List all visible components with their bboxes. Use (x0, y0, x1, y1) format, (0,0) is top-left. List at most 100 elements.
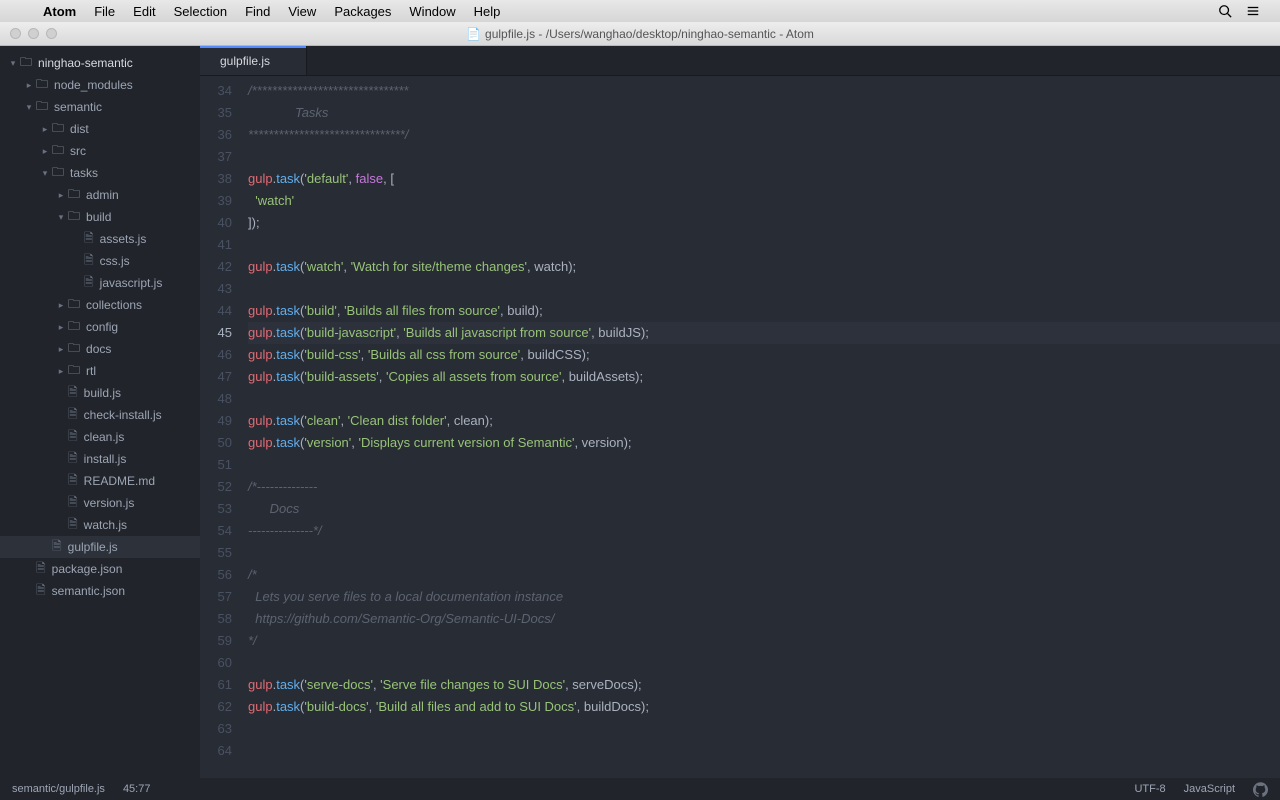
file-icon: 🗎 (68, 515, 78, 536)
chevron-down-icon[interactable]: ▾ (8, 58, 18, 69)
tree-folder-node-modules[interactable]: ▸🗀node_modules (0, 74, 200, 96)
tree-label: README.md (84, 474, 155, 488)
tree-label: config (86, 320, 118, 334)
tab-gulpfile-js[interactable]: gulpfile.js (200, 46, 307, 75)
tree-file-version-js[interactable]: 🗎 version.js (0, 492, 200, 514)
window-zoom-button[interactable] (46, 28, 57, 39)
tree-label: rtl (86, 364, 96, 378)
tab-title: gulpfile.js (220, 54, 270, 68)
tree-file-check-install-js[interactable]: 🗎 check-install.js (0, 404, 200, 426)
chevron-down-icon[interactable]: ▾ (56, 212, 66, 223)
packages-menu[interactable]: Packages (325, 4, 400, 19)
file-icon: 🗎 (68, 405, 78, 426)
tree-file-semantic-json[interactable]: 🗎semantic.json (0, 580, 200, 602)
tree-folder-collections[interactable]: ▸🗀 collections (0, 294, 200, 316)
tree-label: version.js (84, 496, 135, 510)
tree-folder-semantic[interactable]: ▾🗀semantic (0, 96, 200, 118)
status-cursor-position[interactable]: 45:77 (123, 783, 151, 795)
chevron-right-icon[interactable]: ▸ (56, 300, 66, 311)
tree-file-watch-js[interactable]: 🗎 watch.js (0, 514, 200, 536)
file-icon: 🗎 (68, 449, 78, 470)
text-editor[interactable]: 3435363738394041424344454647484950515253… (200, 76, 1280, 778)
tree-file-install-js[interactable]: 🗎 install.js (0, 448, 200, 470)
chevron-right-icon[interactable]: ▸ (56, 190, 66, 201)
tree-folder-dist[interactable]: ▸🗀dist (0, 118, 200, 140)
tree-label: dist (70, 122, 89, 136)
file-icon: 🗎 (68, 493, 78, 514)
chevron-right-icon[interactable]: ▸ (56, 366, 66, 377)
tree-label: docs (86, 342, 111, 356)
tree-folder-tasks[interactable]: ▾🗀tasks (0, 162, 200, 184)
tree-root-label: ninghao-semantic (38, 56, 133, 70)
view-menu[interactable]: View (279, 4, 325, 19)
tree-file-css-js[interactable]: 🗎css.js (0, 250, 200, 272)
tree-file-build-js[interactable]: 🗎build.js (0, 382, 200, 404)
tree-view[interactable]: ▾ 🗀 ninghao-semantic ▸🗀node_modules ▾🗀se… (0, 46, 200, 778)
spotlight-search-icon[interactable] (1218, 4, 1238, 18)
chevron-right-icon[interactable]: ▸ (56, 322, 66, 333)
window-close-button[interactable] (10, 28, 21, 39)
tree-label: javascript.js (100, 276, 163, 290)
window-titlebar: 📄gulpfile.js - /Users/wanghao/desktop/ni… (0, 22, 1280, 46)
status-file-path[interactable]: semantic/gulpfile.js (12, 783, 105, 795)
tree-label: install.js (84, 452, 127, 466)
tree-file-javascript-js[interactable]: 🗎 javascript.js (0, 272, 200, 294)
chevron-down-icon[interactable]: ▾ (24, 102, 34, 113)
folder-icon: 🗀 (68, 295, 80, 316)
tree-file-clean-js[interactable]: 🗎 clean.js (0, 426, 200, 448)
window-minimize-button[interactable] (28, 28, 39, 39)
find-menu[interactable]: Find (236, 4, 279, 19)
tree-label: build (86, 210, 111, 224)
tree-label: build.js (84, 386, 121, 400)
folder-icon: 🗀 (68, 185, 80, 206)
folder-icon: 🗀 (68, 207, 80, 228)
file-icon: 🗎 (68, 427, 78, 448)
tree-file-readme-md[interactable]: 🗎README.md (0, 470, 200, 492)
tree-folder-docs[interactable]: ▸🗀docs (0, 338, 200, 360)
selection-menu[interactable]: Selection (165, 4, 236, 19)
chevron-right-icon[interactable]: ▸ (40, 124, 50, 135)
github-icon[interactable] (1253, 782, 1268, 797)
tree-label: gulpfile.js (68, 540, 118, 554)
tree-file-gulpfile-js[interactable]: 🗎gulpfile.js (0, 536, 200, 558)
help-menu[interactable]: Help (465, 4, 510, 19)
file-menu[interactable]: File (85, 4, 124, 19)
file-icon: 🗎 (84, 229, 94, 250)
tree-label: css.js (100, 254, 130, 268)
tree-root[interactable]: ▾ 🗀 ninghao-semantic (0, 52, 200, 74)
file-icon: 🗎 (36, 559, 46, 580)
titlebar-file-icon: 📄 (466, 27, 481, 41)
tree-label: watch.js (84, 518, 127, 532)
window-menu[interactable]: Window (400, 4, 464, 19)
chevron-down-icon[interactable]: ▾ (40, 168, 50, 179)
editor-pane: gulpfile.js 3435363738394041424344454647… (200, 46, 1280, 778)
tree-folder-src[interactable]: ▸🗀 src (0, 140, 200, 162)
tree-folder-admin[interactable]: ▸🗀admin (0, 184, 200, 206)
editor-text[interactable]: /******************************* Tasks**… (246, 76, 1280, 778)
tree-label: collections (86, 298, 142, 312)
status-bar: semantic/gulpfile.js 45:77 UTF-8 JavaScr… (0, 778, 1280, 800)
tree-folder-config[interactable]: ▸🗀 config (0, 316, 200, 338)
tree-folder-build[interactable]: ▾🗀 build (0, 206, 200, 228)
tree-label: assets.js (100, 232, 147, 246)
tree-file-package-json[interactable]: 🗎package.json (0, 558, 200, 580)
tree-folder-rtl[interactable]: ▸🗀rtl (0, 360, 200, 382)
tree-file-assets-js[interactable]: 🗎 assets.js (0, 228, 200, 250)
status-encoding[interactable]: UTF-8 (1134, 783, 1165, 795)
tree-label: check-install.js (84, 408, 162, 422)
tree-label: src (70, 144, 86, 158)
chevron-right-icon[interactable]: ▸ (56, 344, 66, 355)
tree-label: clean.js (84, 430, 125, 444)
chevron-right-icon[interactable]: ▸ (40, 146, 50, 157)
folder-icon: 🗀 (52, 141, 64, 162)
file-icon: 🗎 (84, 273, 94, 294)
traffic-lights (10, 28, 57, 39)
notification-center-icon[interactable] (1246, 4, 1266, 18)
tree-label: semantic.json (52, 584, 125, 598)
folder-icon: 🗀 (68, 317, 80, 338)
chevron-right-icon[interactable]: ▸ (24, 80, 34, 91)
app-menu[interactable]: Atom (34, 4, 85, 19)
line-number-gutter: 3435363738394041424344454647484950515253… (200, 76, 246, 778)
edit-menu[interactable]: Edit (124, 4, 164, 19)
status-language[interactable]: JavaScript (1184, 783, 1235, 795)
